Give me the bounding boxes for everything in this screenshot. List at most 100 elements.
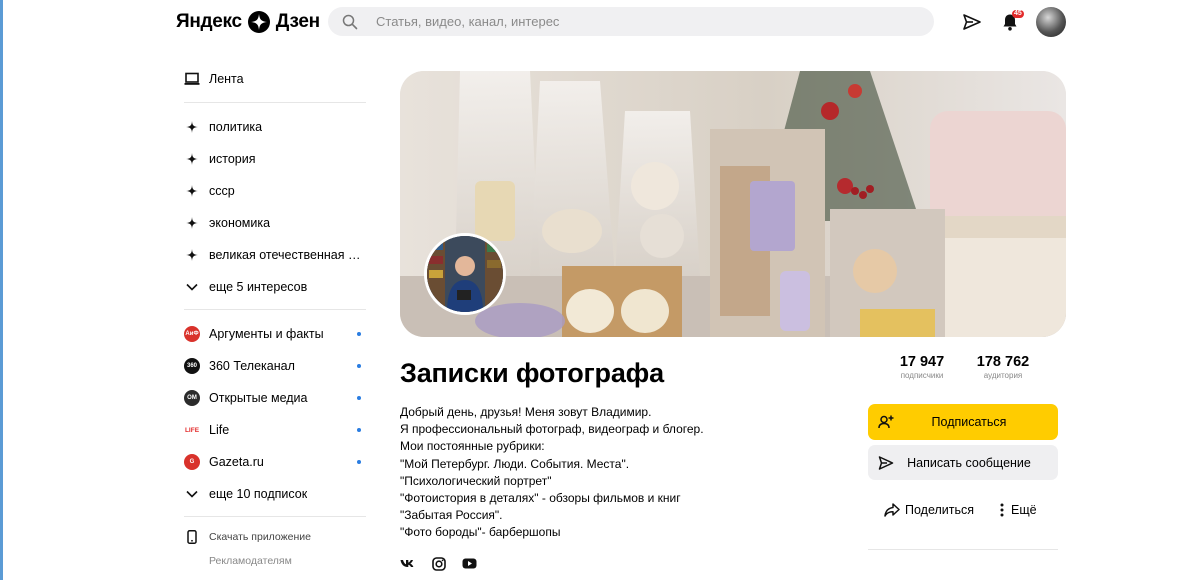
sidebar-item-feed[interactable]: Лента xyxy=(184,62,366,96)
sidebar-item-label: Life xyxy=(209,423,230,437)
zen-star-icon xyxy=(247,11,270,33)
send-icon xyxy=(878,455,894,470)
unread-dot xyxy=(357,364,361,368)
unread-dot xyxy=(357,396,361,400)
window-edge xyxy=(0,0,3,580)
aif-logo-icon: АиФ xyxy=(184,326,200,342)
search-bar[interactable] xyxy=(328,7,934,36)
sparkle-icon xyxy=(184,215,200,231)
sidebar-source-item[interactable]: 360 360 Телеканал xyxy=(184,350,366,382)
subscribers-count: 17 947 xyxy=(899,354,945,370)
divider xyxy=(184,102,366,103)
sidebar-item-label: Аргументы и факты xyxy=(209,327,324,341)
sparkle-icon xyxy=(184,151,200,167)
life-logo-icon: LIFE xyxy=(184,422,200,438)
subscribers-label: подписчики xyxy=(900,371,944,380)
sidebar-item-label: 360 Телеканал xyxy=(209,359,295,373)
unread-dot xyxy=(357,332,361,336)
description-line: "Фотоистория в деталях" - обзоры фильмов… xyxy=(400,491,681,506)
laptop-icon xyxy=(184,71,200,87)
sidebar-item-label: Рекламодателям xyxy=(209,555,292,567)
sparkle-icon xyxy=(184,247,200,263)
sidebar-item-label: Скачать приложение xyxy=(209,531,312,543)
sidebar-item-label: Открытые медиа xyxy=(209,391,308,405)
description-line: Мои постоянные рубрики: xyxy=(400,439,545,454)
subscribe-button[interactable]: Подписаться xyxy=(868,404,1058,440)
om-logo-icon: ОМ xyxy=(184,390,200,406)
more-label: Ещё xyxy=(1011,503,1037,517)
logo-yandex-text: Яндекс xyxy=(176,11,242,32)
sidebar-item-label: история xyxy=(209,152,256,166)
divider xyxy=(184,516,366,517)
chevron-down-icon xyxy=(184,279,200,295)
sparkle-icon xyxy=(184,183,200,199)
channel-avatar[interactable] xyxy=(424,233,506,315)
sidebar-interest-item[interactable]: политика xyxy=(184,111,366,143)
phone-icon xyxy=(184,529,200,545)
search-input[interactable] xyxy=(374,13,878,30)
search-icon xyxy=(342,14,358,29)
send-message-label: Написать сообщение xyxy=(907,455,1031,470)
more-subscriptions-toggle[interactable]: еще 10 подписок xyxy=(184,478,366,510)
add-user-icon xyxy=(878,415,894,429)
sidebar-item-label: политика xyxy=(209,120,263,134)
sidebar-interest-item[interactable]: экономика xyxy=(184,207,366,239)
advertisers-link[interactable]: Рекламодателям xyxy=(184,549,366,573)
channel-title: Записки фотографа xyxy=(400,358,664,388)
sidebar-interest-item[interactable]: великая отечественная во... xyxy=(184,239,366,271)
sidebar-item-label: Gazeta.ru xyxy=(209,455,264,469)
divider xyxy=(184,309,366,310)
sidebar-interest-item[interactable]: история xyxy=(184,143,366,175)
gazeta-logo-icon: G xyxy=(184,454,200,470)
more-interests-toggle[interactable]: еще 5 интересов xyxy=(184,271,366,303)
audience-count: 178 762 xyxy=(976,354,1030,370)
sidebar-source-item[interactable]: АиФ Аргументы и факты xyxy=(184,318,366,350)
more-vertical-icon xyxy=(1000,503,1004,517)
sidebar-source-item[interactable]: LIFE Life xyxy=(184,414,366,446)
channel-cover-image xyxy=(400,71,1066,337)
send-message-button[interactable]: Написать сообщение xyxy=(868,445,1058,480)
description-line: "Забытая Россия". xyxy=(400,508,503,523)
description-line: Я профессиональный фотограф, видеограф и… xyxy=(400,422,704,437)
description-line: "Мой Петербург. Люди. События. Места". xyxy=(400,456,630,471)
description-line: "Психологический портрет" xyxy=(400,473,552,488)
360-logo-icon: 360 xyxy=(184,358,200,374)
subscribers-stat: 17 947 подписчики xyxy=(880,354,964,380)
social-links xyxy=(400,556,477,571)
download-app-link[interactable]: Скачать приложение xyxy=(184,525,366,549)
yandex-zen-logo[interactable]: Яндекс Дзен xyxy=(176,10,320,34)
divider xyxy=(868,549,1058,550)
sidebar-source-item[interactable]: G Gazeta.ru xyxy=(184,446,366,478)
sidebar-item-label: великая отечественная во... xyxy=(209,248,365,262)
sparkle-icon xyxy=(184,119,200,135)
user-avatar[interactable] xyxy=(1036,7,1066,37)
sidebar: Лента политика история ссср экономика ве… xyxy=(184,62,366,573)
share-label: Поделиться xyxy=(905,503,975,517)
youtube-icon[interactable] xyxy=(462,556,477,571)
share-button[interactable]: Поделиться xyxy=(884,503,974,517)
unread-dot xyxy=(357,428,361,432)
sidebar-interest-item[interactable]: ссср xyxy=(184,175,366,207)
description-line: "Фото бороды"- барбершопы xyxy=(400,525,561,540)
instagram-icon[interactable] xyxy=(431,556,446,571)
description-line: Добрый день, друзья! Меня зовут Владимир… xyxy=(400,405,652,419)
chevron-down-icon xyxy=(184,486,200,502)
send-icon[interactable] xyxy=(962,12,982,32)
sidebar-source-item[interactable]: ОМ Открытые медиа xyxy=(184,382,366,414)
sidebar-item-label: еще 5 интересов xyxy=(209,280,308,294)
more-button[interactable]: Ещё xyxy=(1000,503,1037,517)
subscribe-label: Подписаться xyxy=(931,415,1007,429)
sidebar-item-label: экономика xyxy=(209,216,271,230)
vk-icon[interactable] xyxy=(400,556,415,571)
sidebar-item-label: еще 10 подписок xyxy=(209,487,308,501)
share-icon xyxy=(884,503,900,517)
unread-dot xyxy=(357,460,361,464)
channel-description: Добрый день, друзья! Меня зовут Владимир… xyxy=(400,404,840,542)
notification-badge: 45 xyxy=(1012,10,1024,18)
audience-label: аудитория xyxy=(983,371,1023,380)
top-bar: Яндекс Дзен 45 xyxy=(0,0,1200,44)
sidebar-item-label: Лента xyxy=(209,72,244,86)
sidebar-item-label: ссср xyxy=(209,184,235,198)
audience-stat: 178 762 аудитория xyxy=(962,354,1044,380)
